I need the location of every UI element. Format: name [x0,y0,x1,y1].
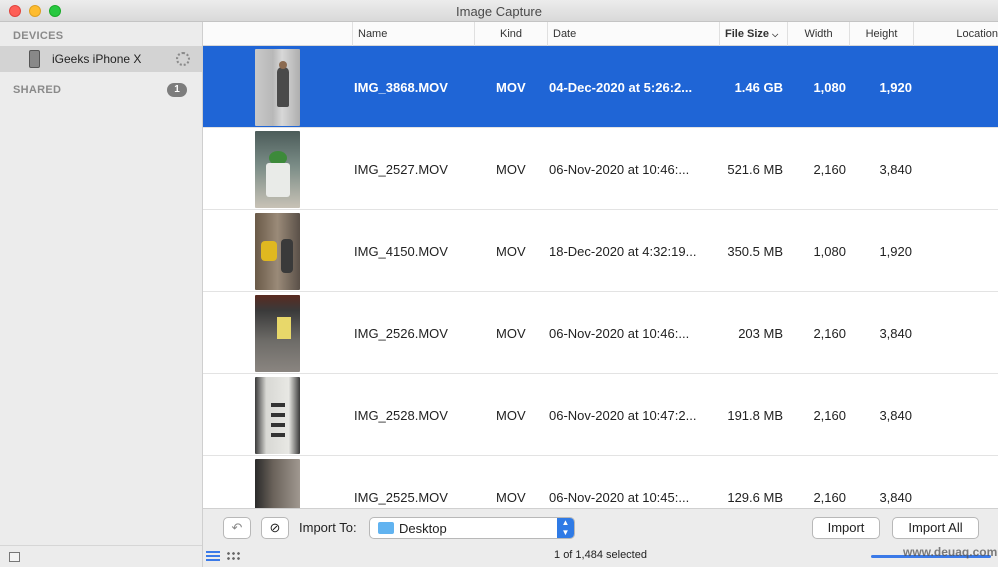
row-height: 3,840 [879,326,912,341]
iphone-icon [29,50,40,68]
row-width: 2,160 [813,490,846,505]
column-header-height[interactable]: Height [849,22,913,46]
row-kind: MOV [496,244,526,259]
row-name: IMG_4150.MOV [354,244,448,259]
shared-count-badge: 1 [167,83,187,97]
row-width: 1,080 [813,80,846,95]
table-row[interactable]: IMG_2525.MOV MOV 06-Nov-2020 at 10:45:..… [203,456,998,508]
column-header-location[interactable]: Location [913,22,998,46]
row-height: 3,840 [879,162,912,177]
import-to-label: Import To: [299,520,357,535]
column-header-kind[interactable]: Kind [474,22,547,46]
watermark: www.deuaq.com [903,545,998,559]
status-bar: 1 of 1,484 selected www.deuaq.com [203,545,998,567]
title-bar: Image Capture [0,0,998,22]
sidebar: DEVICES iGeeks iPhone X SHARED 1 [0,22,203,567]
table-row[interactable]: IMG_2527.MOV MOV 06-Nov-2020 at 10:46:..… [203,128,998,210]
table-row[interactable]: IMG_2528.MOV MOV 06-Nov-2020 at 10:47:2.… [203,374,998,456]
video-thumbnail [255,213,300,290]
row-name: IMG_2528.MOV [354,408,448,423]
video-thumbnail [255,377,300,454]
table-header: Name Kind Date File Size ⌵ Width Height … [203,22,998,46]
row-width: 1,080 [813,244,846,259]
row-size: 350.5 MB [727,244,783,259]
column-header-date[interactable]: Date [547,22,719,46]
video-thumbnail [255,131,300,208]
row-height: 3,840 [879,408,912,423]
row-size: 191.8 MB [727,408,783,423]
row-width: 2,160 [813,408,846,423]
sidebar-footer [0,545,202,567]
folder-icon [378,522,394,534]
row-size: 1.46 GB [734,80,783,95]
row-height: 1,920 [879,244,912,259]
loading-spinner-icon [176,52,190,66]
sort-chevron-down-icon: ⌵ [772,30,779,39]
row-date: 18-Dec-2020 at 4:32:19... [549,244,697,259]
row-date: 06-Nov-2020 at 10:45:... [549,490,690,505]
row-date: 06-Nov-2020 at 10:46:... [549,162,690,177]
row-height: 3,840 [879,490,912,505]
sidebar-item-device[interactable]: iGeeks iPhone X [0,46,202,72]
row-date: 06-Nov-2020 at 10:47:2... [549,408,697,423]
device-name: iGeeks iPhone X [52,52,142,66]
column-header-name[interactable]: Name [352,22,474,46]
delete-circle-slash-icon: ⊘ [269,520,281,535]
row-width: 2,160 [813,162,846,177]
devices-heading: DEVICES [13,30,64,42]
sidebar-toggle-icon[interactable] [9,552,20,562]
row-kind: MOV [496,162,526,177]
row-size: 203 MB [738,326,783,341]
delete-button[interactable]: ⊘ [261,517,289,539]
row-kind: MOV [496,80,526,95]
row-name: IMG_2525.MOV [354,490,448,505]
import-destination-select[interactable]: Desktop ▲ ▼ [369,517,575,539]
row-name: IMG_2526.MOV [354,326,448,341]
rotate-button[interactable]: ↶ [223,517,251,539]
row-kind: MOV [496,326,526,341]
popup-arrows-icon: ▲ ▼ [557,518,574,538]
row-height: 1,920 [879,80,912,95]
row-kind: MOV [496,490,526,505]
window-title: Image Capture [456,4,542,19]
rotate-left-icon: ↶ [231,520,243,535]
import-destination-value: Desktop [399,521,447,536]
import-all-button[interactable]: Import All [892,517,979,539]
shared-heading: SHARED [13,84,62,96]
row-name: IMG_3868.MOV [354,80,448,95]
row-kind: MOV [496,408,526,423]
import-button[interactable]: Import [812,517,880,539]
file-size-header-label: File Size [725,28,770,40]
video-thumbnail [255,295,300,372]
row-size: 521.6 MB [727,162,783,177]
table-row[interactable]: IMG_3868.MOV MOV 04-Dec-2020 at 5:26:2..… [203,46,998,128]
file-table: IMG_3868.MOV MOV 04-Dec-2020 at 5:26:2..… [203,46,998,508]
row-date: 06-Nov-2020 at 10:46:... [549,326,690,341]
video-thumbnail [255,49,300,126]
row-size: 129.6 MB [727,490,783,505]
table-row[interactable]: IMG_2526.MOV MOV 06-Nov-2020 at 10:46:..… [203,292,998,374]
column-header-file-size[interactable]: File Size ⌵ [719,22,787,46]
video-thumbnail [255,459,300,508]
row-width: 2,160 [813,326,846,341]
table-row[interactable]: IMG_4150.MOV MOV 18-Dec-2020 at 4:32:19.… [203,210,998,292]
row-name: IMG_2527.MOV [354,162,448,177]
column-header-width[interactable]: Width [787,22,849,46]
row-date: 04-Dec-2020 at 5:26:2... [549,80,693,95]
